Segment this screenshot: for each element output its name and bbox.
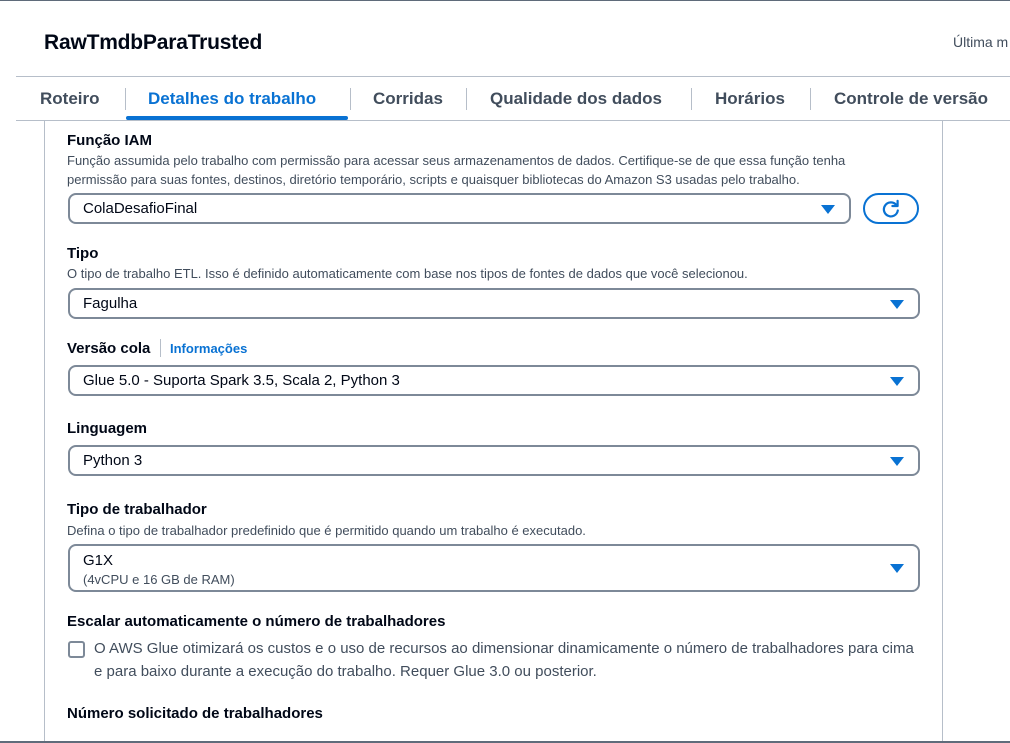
language-value: Python 3 — [83, 452, 143, 469]
glue-version-value: Glue 5.0 - Suporta Spark 3.5, Scala 2, P… — [83, 372, 400, 389]
refresh-icon — [882, 199, 899, 218]
tab-divider — [125, 88, 126, 110]
language-select[interactable]: Python 3 — [68, 445, 920, 476]
autoscale-checkbox[interactable] — [68, 641, 85, 658]
language-label: Linguagem — [67, 420, 148, 437]
tab-detalhes-do-trabalho[interactable]: Detalhes do trabalho — [148, 77, 316, 121]
autoscale-label: Escalar automaticamente o número de trab… — [67, 613, 446, 630]
window-top-border — [0, 0, 1010, 1]
tab-controle-de-versao[interactable]: Controle de versão — [834, 77, 988, 121]
caret-down-icon — [821, 205, 835, 214]
iam-role-select[interactable]: ColaDesafioFinal — [68, 193, 851, 224]
tab-bar: Roteiro Detalhes do trabalho Corridas Qu… — [16, 77, 1010, 121]
job-type-label: Tipo — [67, 245, 99, 262]
requested-workers-label: Número solicitado de trabalhadores — [67, 705, 323, 722]
tab-divider — [691, 88, 692, 110]
tab-roteiro[interactable]: Roteiro — [40, 77, 100, 121]
tab-divider — [466, 88, 467, 110]
job-type-description: O tipo de trabalho ETL. Isso é definido … — [67, 266, 748, 281]
caret-down-icon — [890, 564, 904, 573]
iam-role-label: Função IAM — [67, 132, 152, 149]
tab-corridas[interactable]: Corridas — [373, 77, 443, 121]
tab-divider — [810, 88, 811, 110]
job-details-panel: Função IAM Função assumida pelo trabalho… — [44, 121, 943, 741]
tab-qualidade-dos-dados[interactable]: Qualidade dos dados — [490, 77, 662, 121]
caret-down-icon — [890, 300, 904, 309]
worker-type-value: G1X — [83, 552, 114, 569]
job-type-select[interactable]: Fagulha — [68, 288, 920, 319]
iam-role-value: ColaDesafioFinal — [83, 200, 198, 217]
worker-type-label: Tipo de trabalhador — [67, 501, 207, 518]
worker-type-sub-value: (4vCPU e 16 GB de RAM) — [83, 572, 235, 587]
glue-version-label: Versão cola — [67, 340, 151, 357]
autoscale-checkbox-description: O AWS Glue otimizará os custos e o uso d… — [94, 640, 914, 680]
glue-version-select[interactable]: Glue 5.0 - Suporta Spark 3.5, Scala 2, P… — [68, 365, 920, 396]
tab-divider — [350, 88, 351, 110]
page-title: RawTmdbParaTrusted — [44, 31, 263, 54]
refresh-iam-roles-button[interactable] — [863, 193, 919, 224]
glue-version-info-link[interactable]: Informações — [170, 341, 247, 356]
worker-type-description: Defina o tipo de trabalhador predefinido… — [67, 523, 586, 538]
tab-horarios[interactable]: Horários — [715, 77, 785, 121]
job-type-value: Fagulha — [83, 295, 138, 312]
worker-type-select[interactable]: G1X (4vCPU e 16 GB de RAM) — [68, 544, 920, 592]
caret-down-icon — [890, 457, 904, 466]
iam-role-description: Função assumida pelo trabalho com permis… — [67, 153, 846, 187]
info-separator — [160, 339, 161, 357]
caret-down-icon — [890, 377, 904, 386]
last-modified-label: Última m — [953, 34, 1009, 50]
